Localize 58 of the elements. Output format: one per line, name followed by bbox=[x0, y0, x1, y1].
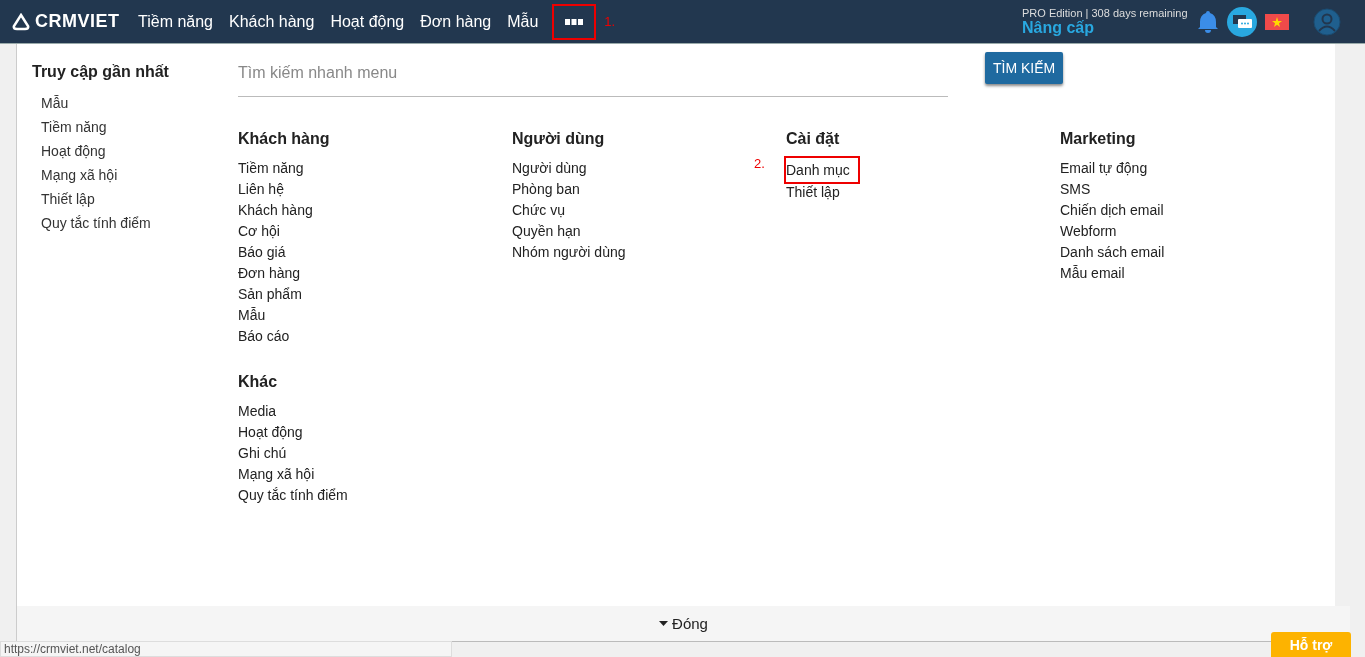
chat-icon[interactable] bbox=[1227, 6, 1257, 37]
recent-heading: Truy cập gần nhất bbox=[32, 63, 170, 81]
nav-link[interactable]: Khách hàng bbox=[221, 12, 323, 31]
menu-link[interactable]: Liên hệ bbox=[238, 179, 284, 200]
menu-link[interactable]: Khách hàng bbox=[238, 200, 313, 221]
menu-link[interactable]: Chức vụ bbox=[512, 200, 565, 221]
menu-link[interactable]: Mẫu bbox=[238, 305, 266, 326]
menu-link[interactable]: Mạng xã hội bbox=[238, 464, 315, 485]
group-heading: Người dùng bbox=[512, 130, 606, 148]
search-button[interactable]: TÌM KIẾM bbox=[985, 52, 1064, 84]
menu-link[interactable]: Cơ hội bbox=[238, 221, 280, 242]
menu-link[interactable]: Ghi chú bbox=[238, 443, 287, 464]
menu-link[interactable]: Đơn hàng bbox=[238, 263, 301, 284]
edition-text: PRO Edition | 308 days remaining bbox=[1022, 6, 1189, 19]
menu-link[interactable]: Phòng ban bbox=[512, 179, 580, 200]
menu-link[interactable]: Hoạt động bbox=[238, 422, 303, 443]
menu-link[interactable]: Thiết lập bbox=[786, 182, 840, 203]
menu-link[interactable]: SMS bbox=[1060, 179, 1091, 200]
group-heading: Marketing bbox=[1060, 130, 1137, 148]
annotation-label: 1. bbox=[604, 14, 616, 29]
menu-link[interactable]: Mẫu email bbox=[1060, 263, 1125, 284]
menu-link[interactable]: Báo cáo bbox=[238, 326, 290, 347]
menu-link[interactable]: Báo giá bbox=[238, 242, 286, 263]
logo-icon bbox=[12, 12, 30, 31]
recent-link[interactable]: Thiết lập bbox=[32, 187, 238, 211]
menu-link[interactable]: Quy tắc tính điểm bbox=[238, 485, 348, 506]
menu-link[interactable]: Sản phẩm bbox=[238, 284, 302, 305]
logo-text: CRMVIET bbox=[35, 11, 120, 32]
bell-icon[interactable] bbox=[1197, 9, 1219, 34]
caret-icon bbox=[659, 621, 669, 626]
menu-link[interactable]: Email tự động bbox=[1060, 158, 1148, 179]
menu-link[interactable]: Webform bbox=[1060, 221, 1117, 242]
nav-link[interactable]: Mẫu bbox=[499, 12, 547, 31]
group-heading: Khách hàng bbox=[238, 130, 331, 148]
menu-link[interactable]: Danh sách email bbox=[1060, 242, 1165, 263]
recent-link[interactable]: Mẫu bbox=[32, 91, 238, 115]
status-url: https://crmviet.net/catalog bbox=[0, 641, 452, 657]
nav-link[interactable]: Đơn hàng bbox=[412, 12, 500, 31]
menu-link[interactable]: Nhóm người dùng bbox=[512, 242, 626, 263]
recent-link[interactable]: Quy tắc tính điểm bbox=[32, 211, 238, 235]
recent-link[interactable]: Tiềm năng bbox=[32, 115, 238, 139]
more-icon bbox=[565, 18, 584, 25]
nav-link[interactable]: Tiềm năng bbox=[130, 12, 221, 31]
menu-link[interactable]: Media bbox=[238, 401, 277, 422]
annotation-label: 2. bbox=[754, 156, 765, 171]
upgrade-link[interactable]: Nâng cấp bbox=[1022, 18, 1197, 37]
flag-icon[interactable] bbox=[1265, 13, 1289, 30]
recent-link[interactable]: Hoạt động bbox=[32, 139, 238, 163]
group-heading: Khác bbox=[238, 373, 279, 391]
recent-link[interactable]: Mạng xã hội bbox=[32, 163, 238, 187]
more-button[interactable] bbox=[552, 3, 597, 40]
menu-link[interactable]: Danh mục bbox=[786, 158, 858, 182]
menu-link[interactable]: Tiềm năng bbox=[238, 158, 304, 179]
menu-link[interactable]: Chiến dịch email bbox=[1060, 200, 1164, 221]
nav-link[interactable]: Hoạt động bbox=[322, 12, 413, 31]
group-heading: Cài đặt bbox=[786, 130, 841, 148]
menu-link[interactable]: Người dùng bbox=[512, 158, 587, 179]
menu-link[interactable]: Quyền hạn bbox=[512, 221, 581, 242]
